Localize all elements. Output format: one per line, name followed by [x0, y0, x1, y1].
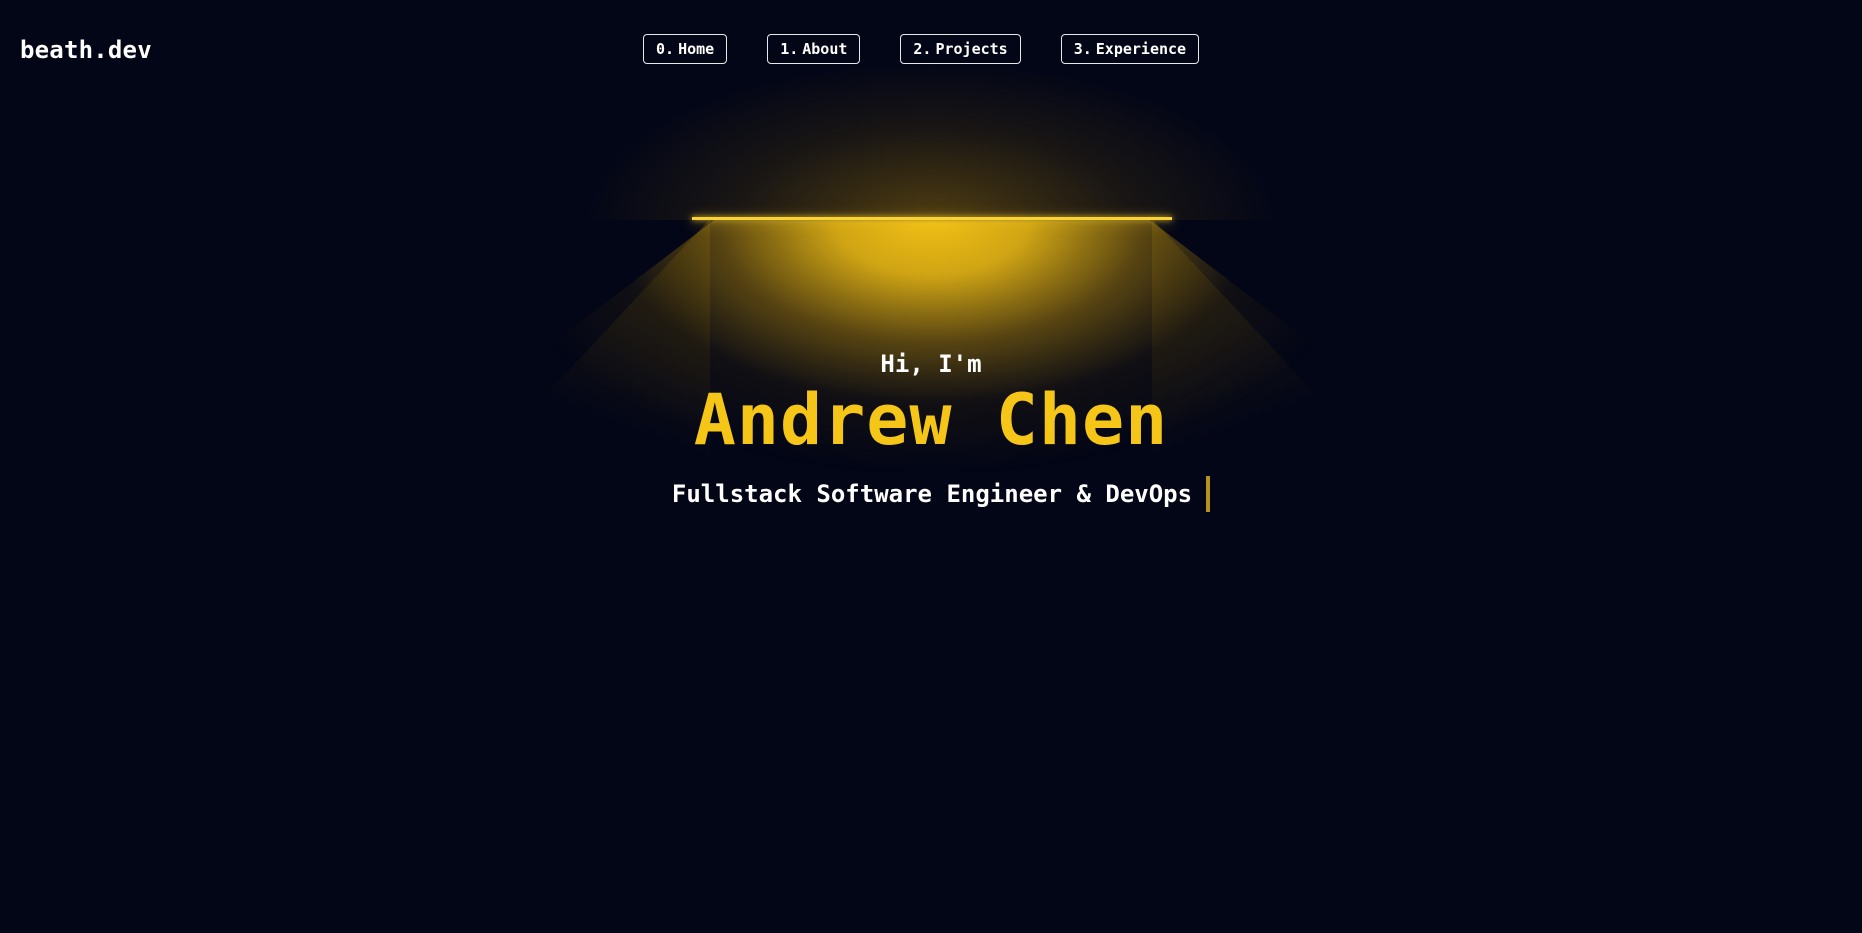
typing-cursor	[1206, 476, 1211, 512]
lamp-bar	[692, 217, 1172, 220]
site-logo[interactable]: beath.dev	[20, 36, 152, 64]
hero-name: Andrew Chen	[693, 379, 1169, 461]
nav-index: 3.	[1073, 40, 1092, 58]
hero-role: Fullstack Software Engineer & DevOps	[671, 480, 1193, 508]
hero-role-line: Fullstack Software Engineer & DevOps	[0, 476, 1862, 512]
nav-experience-button[interactable]: 3. Experience	[1060, 34, 1200, 64]
page: beath.dev 0. Home 1. About 2. Projects 3…	[0, 0, 1862, 933]
hero-greeting: Hi, I'm	[880, 350, 982, 378]
nav-label: Experience	[1095, 40, 1187, 58]
nav-index: 1.	[780, 40, 799, 58]
nav-projects-button[interactable]: 2. Projects	[900, 34, 1021, 64]
nav-label: Projects	[935, 40, 1008, 58]
nav-label: About	[802, 40, 848, 58]
nav-index: 2.	[913, 40, 932, 58]
navbar: beath.dev 0. Home 1. About 2. Projects 3…	[0, 0, 1862, 100]
nav-links: 0. Home 1. About 2. Projects 3. Experien…	[643, 34, 1200, 64]
nav-index: 0.	[656, 40, 675, 58]
nav-label: Home	[678, 40, 715, 58]
nav-about-button[interactable]: 1. About	[767, 34, 861, 64]
nav-home-button[interactable]: 0. Home	[643, 34, 728, 64]
